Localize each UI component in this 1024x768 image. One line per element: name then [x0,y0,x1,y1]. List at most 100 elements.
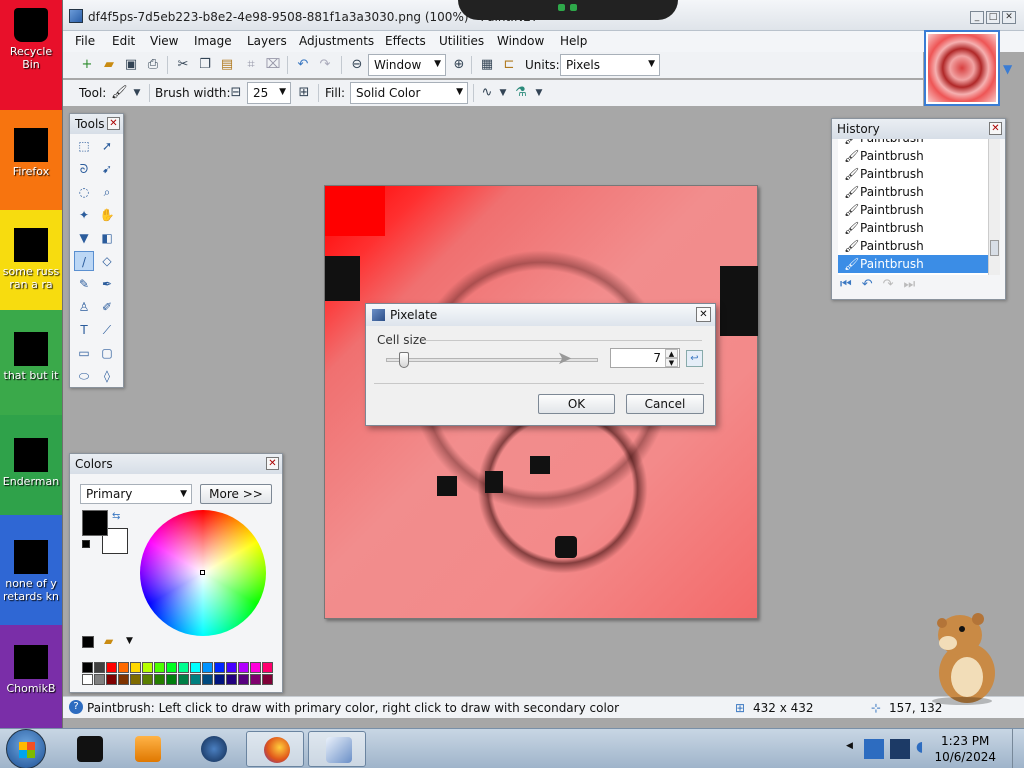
slider-thumb[interactable] [399,352,409,368]
spin-up-icon[interactable]: ▲ [665,349,678,358]
palette-swatch[interactable] [154,662,165,673]
close-icon[interactable]: ✕ [989,122,1002,135]
palette-swatch[interactable] [190,662,201,673]
taskbar-clock[interactable]: 1:23 PM 10/6/2024 [934,733,996,765]
gradient-icon[interactable]: ◧ [97,228,117,248]
palette-swatch[interactable] [106,662,117,673]
ellipse-icon[interactable]: ⬭ [74,366,94,386]
lasso-icon[interactable]: ᘐ [74,159,94,179]
history-item[interactable]: 🖌Paintbrush [838,183,988,201]
spin-down-icon[interactable]: ▼ [665,358,678,367]
palette-swatch[interactable] [238,674,249,685]
palette-swatch[interactable] [106,674,117,685]
menu-layers[interactable]: Layers [247,34,287,48]
chevron-down-icon[interactable]: ▼ [531,85,547,101]
palette-swatch[interactable] [214,674,225,685]
chevron-down-icon[interactable]: ▼ [126,636,133,646]
history-item[interactable]: 🖌Paintbrush [838,147,988,165]
history-first-icon[interactable]: ⏮ [840,277,852,292]
desktop-icon-file[interactable]: some russ ran a ra [0,228,62,291]
palette-swatch[interactable] [178,674,189,685]
palette-swatch[interactable] [130,662,141,673]
reset-colors-icon[interactable] [82,540,90,548]
palette-swatch[interactable] [190,674,201,685]
palette-swatch[interactable] [202,662,213,673]
rulers-icon[interactable]: ⊏ [501,57,517,73]
move-selection-icon[interactable]: ➚ [97,136,117,156]
palette-swatch[interactable] [226,674,237,685]
menu-effects[interactable]: Effects [385,34,426,48]
close-button[interactable]: ✕ [1002,11,1016,24]
reset-value-icon[interactable]: ↩ [686,350,703,367]
grid-icon[interactable]: ▦ [479,57,495,73]
chevron-down-icon[interactable]: ▼ [495,85,511,101]
increase-width-icon[interactable]: ⊞ [296,85,312,101]
copy-icon[interactable]: ❐ [197,57,213,73]
tray-icon-1[interactable] [864,739,884,759]
ellipse-select-icon[interactable]: ◌ [74,182,94,202]
desktop-icon-enderman[interactable]: Enderman [0,438,62,488]
zoom-select[interactable]: Window ▼ [368,54,446,76]
palette-swatch[interactable] [154,674,165,685]
redo-icon[interactable]: ↷ [317,57,333,73]
move-selected-icon[interactable]: ➹ [97,159,117,179]
magic-wand-icon[interactable]: ✦ [74,205,94,225]
paintbrush-icon[interactable]: 🖌 [111,85,128,101]
start-button[interactable] [6,729,46,768]
swap-colors-icon[interactable]: ⇆ [112,511,120,522]
menu-image[interactable]: Image [194,34,232,48]
palette-swatch[interactable] [178,662,189,673]
pencil-icon[interactable]: ✎ [74,274,94,294]
history-item[interactable]: 🖌Paintbrush [838,201,988,219]
paint-bucket-icon[interactable]: ▼ [74,228,94,248]
color-mode-select[interactable]: Primary ▼ [80,484,192,504]
palette-swatch[interactable] [82,662,93,673]
fill-select[interactable]: Solid Color ▼ [350,82,468,104]
tray-network-icon[interactable] [890,739,910,759]
taskbar-paintnet[interactable] [308,731,366,767]
dialog-title-bar[interactable]: Pixelate ✕ [366,304,715,326]
cancel-button[interactable]: Cancel [626,394,704,414]
palette-swatch[interactable] [94,662,105,673]
desktop-icon-chomik[interactable]: ChomikB [0,645,62,695]
palette-swatch[interactable] [250,674,261,685]
palette-swatch[interactable] [262,674,273,685]
menu-window[interactable]: Window [497,34,544,48]
taskbar-app-3[interactable] [184,731,242,767]
eraser-icon[interactable]: ◇ [97,251,117,271]
color-wheel[interactable] [140,510,266,636]
palette-swatch[interactable] [238,662,249,673]
taskbar-media-player[interactable] [118,731,176,767]
primary-color-swatch[interactable] [82,510,108,536]
minimize-button[interactable]: _ [970,11,984,24]
history-item[interactable]: 🖌Paintbrush [838,139,988,147]
history-panel-header[interactable]: History ✕ [832,119,1005,139]
history-item[interactable]: 🖌Paintbrush [838,255,988,273]
text-icon[interactable]: T [74,320,94,340]
rectangle-icon[interactable]: ▭ [74,343,94,363]
palette-swatch[interactable] [166,662,177,673]
palette-swatch[interactable] [226,662,237,673]
zoom-icon[interactable]: ⌕ [97,182,117,202]
cut-icon[interactable]: ✂ [175,57,191,73]
save-icon[interactable]: ▣ [123,57,139,73]
close-icon[interactable]: ✕ [107,117,120,130]
palette-swatch[interactable] [142,674,153,685]
palette-swatch[interactable] [166,674,177,685]
color-picker-icon[interactable]: ✒ [97,274,117,294]
thumbnail-menu-icon[interactable]: ▼ [1003,62,1012,76]
palette-swatch[interactable] [118,662,129,673]
history-item[interactable]: 🖌Paintbrush [838,237,988,255]
scrollbar-thumb[interactable] [990,240,999,256]
palette-menu-icon[interactable]: ▰ [104,634,113,648]
history-item[interactable]: 🖌Paintbrush [838,219,988,237]
clone-stamp-icon[interactable]: ♙ [74,297,94,317]
more-colors-button[interactable]: More >> [200,484,272,504]
taskbar-app-1[interactable] [60,731,118,767]
print-icon[interactable]: ⎙ [145,57,161,73]
menu-view[interactable]: View [150,34,178,48]
show-hidden-icons[interactable]: ◀ [846,741,853,751]
menu-adjustments[interactable]: Adjustments [299,34,374,48]
desktop-icon-firefox[interactable]: Firefox [0,128,62,178]
palette-swatch[interactable] [130,674,141,685]
